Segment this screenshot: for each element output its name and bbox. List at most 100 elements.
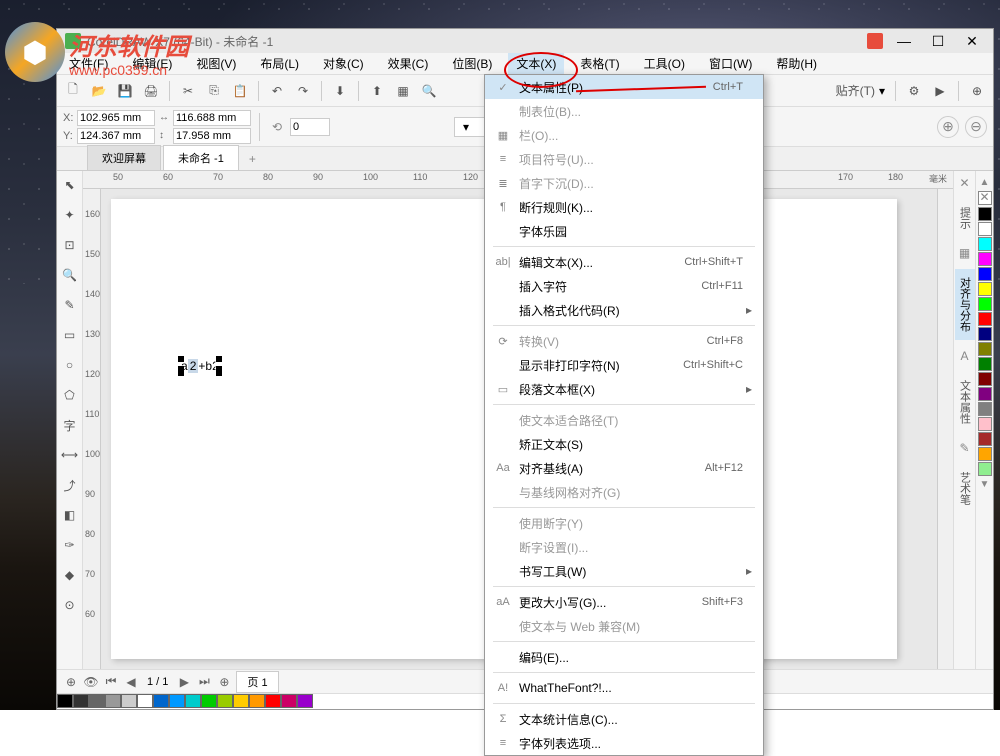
zoom-tool-icon[interactable]: 🔍 [60,265,80,285]
minimize-button[interactable]: — [891,31,917,51]
palette-down-icon[interactable]: ▼ [978,477,992,492]
menu-item[interactable]: 插入格式化代码(R)▸ [485,298,763,322]
text-tool-icon[interactable]: 字 [60,415,80,435]
color-swatch[interactable] [978,252,992,266]
color-swatch[interactable] [978,387,992,401]
menu-item[interactable]: aA更改大小写(G)...Shift+F3 [485,590,763,614]
open-icon[interactable]: 📂 [89,81,109,101]
selection-handle[interactable] [178,366,184,372]
color-swatch[interactable] [978,462,992,476]
last-page-icon[interactable]: ⏭ [196,674,212,690]
tab-add-button[interactable]: + [241,148,264,170]
color-swatch[interactable] [978,417,992,431]
color-strip-swatch[interactable] [89,694,105,708]
tab-document[interactable]: 未命名 -1 [163,145,239,170]
color-strip-swatch[interactable] [57,694,73,708]
color-strip-swatch[interactable] [153,694,169,708]
text-object[interactable]: a2+b2 [181,359,219,373]
menu-item[interactable]: Aa对齐基线(A)Alt+F12 [485,456,763,480]
export-icon[interactable]: ⬆ [367,81,387,101]
artistic-tab[interactable]: 艺术笔 [955,464,975,513]
undo-icon[interactable]: ↶ [267,81,287,101]
color-strip-swatch[interactable] [73,694,89,708]
menu-item[interactable]: ✓文本属性(P)Ctrl+T [485,75,763,99]
selection-handle[interactable] [216,356,222,362]
add-page-icon[interactable]: ⊕ [216,674,232,690]
close-button[interactable]: ✕ [959,31,985,51]
add-button[interactable]: ⊕ [937,116,959,138]
crop-tool-icon[interactable]: ⊡ [60,235,80,255]
shape-tool-icon[interactable]: ✦ [60,205,80,225]
color-swatch[interactable] [978,402,992,416]
launch-icon[interactable]: ▶ [930,81,950,101]
rectangle-tool-icon[interactable]: ▭ [60,325,80,345]
menu-help[interactable]: 帮助(H) [768,53,825,74]
freehand-tool-icon[interactable]: ✎ [60,295,80,315]
w-input[interactable] [173,110,251,126]
color-swatch[interactable] [978,297,992,311]
menu-bitmap[interactable]: 位图(B) [444,53,500,74]
color-strip-swatch[interactable] [281,694,297,708]
pick-tool-icon[interactable]: ⬉ [60,175,80,195]
menu-window[interactable]: 窗口(W) [701,53,760,74]
selection-handle[interactable] [178,356,184,362]
color-swatch[interactable] [978,372,992,386]
menu-effect[interactable]: 效果(C) [380,53,437,74]
more-icon[interactable]: ⊕ [967,81,987,101]
menu-item[interactable]: A!WhatTheFont?!... [485,676,763,700]
user-icon[interactable] [867,33,883,49]
color-swatch[interactable] [978,222,992,236]
outline-tool-icon[interactable]: ⊙ [60,595,80,615]
menu-item[interactable]: ab|编辑文本(X)...Ctrl+Shift+T [485,250,763,274]
color-strip-swatch[interactable] [265,694,281,708]
hints-tab[interactable]: 提示 [955,199,975,237]
menu-tools[interactable]: 工具(O) [636,53,693,74]
color-strip-swatch[interactable] [201,694,217,708]
y-input[interactable] [77,128,155,144]
remove-button[interactable]: ⊖ [965,116,987,138]
color-strip-swatch[interactable] [105,694,121,708]
publish-icon[interactable]: ▦ [393,81,413,101]
redo-icon[interactable]: ↷ [293,81,313,101]
color-swatch[interactable] [978,312,992,326]
vertical-scrollbar[interactable] [937,189,953,669]
color-strip-swatch[interactable] [137,694,153,708]
menu-table[interactable]: 表格(T) [572,53,627,74]
color-strip-swatch[interactable] [169,694,185,708]
color-strip-swatch[interactable] [249,694,265,708]
next-page-icon[interactable]: ▶ [176,674,192,690]
dimension-tool-icon[interactable]: ⟷ [60,445,80,465]
color-strip-swatch[interactable] [217,694,233,708]
color-strip-swatch[interactable] [297,694,313,708]
copy-icon[interactable]: ⎘ [204,81,224,101]
menu-item[interactable]: 显示非打印字符(N)Ctrl+Shift+C [485,353,763,377]
print-icon[interactable]: 🖨 [141,81,161,101]
effects-tool-icon[interactable]: ◧ [60,505,80,525]
first-page-icon[interactable]: ⏮ [103,674,119,690]
fill-tool-icon[interactable]: ◆ [60,565,80,585]
color-swatch[interactable] [978,357,992,371]
menu-item[interactable]: ¶断行规则(K)... [485,195,763,219]
import-icon[interactable]: ⬇ [330,81,350,101]
color-swatch[interactable] [978,237,992,251]
palette-up-icon[interactable]: ▲ [978,175,992,190]
save-icon[interactable]: 💾 [115,81,135,101]
color-swatch[interactable] [978,207,992,221]
paste-icon[interactable]: 📋 [230,81,250,101]
connector-tool-icon[interactable]: ⤴ [60,475,80,495]
menu-text[interactable]: 文本(X) [508,53,564,74]
menu-item[interactable]: 矫正文本(S) [485,432,763,456]
menu-item[interactable]: ▭段落文本框(X)▸ [485,377,763,401]
menu-item[interactable]: 编码(E)... [485,645,763,669]
color-strip-swatch[interactable] [121,694,137,708]
h-input[interactable] [173,128,251,144]
rotation-input[interactable] [290,118,330,136]
tab-welcome[interactable]: 欢迎屏幕 [87,145,161,170]
eye-icon[interactable]: 👁 [83,674,99,690]
text-props-tab[interactable]: 文本属性 [955,372,975,432]
color-swatch[interactable] [978,432,992,446]
align-tab[interactable]: 对齐与分布 [955,269,975,340]
menu-layout[interactable]: 布局(L) [252,53,307,74]
prev-page-icon[interactable]: ◀ [123,674,139,690]
menu-item[interactable]: 插入字符Ctrl+F11 [485,274,763,298]
